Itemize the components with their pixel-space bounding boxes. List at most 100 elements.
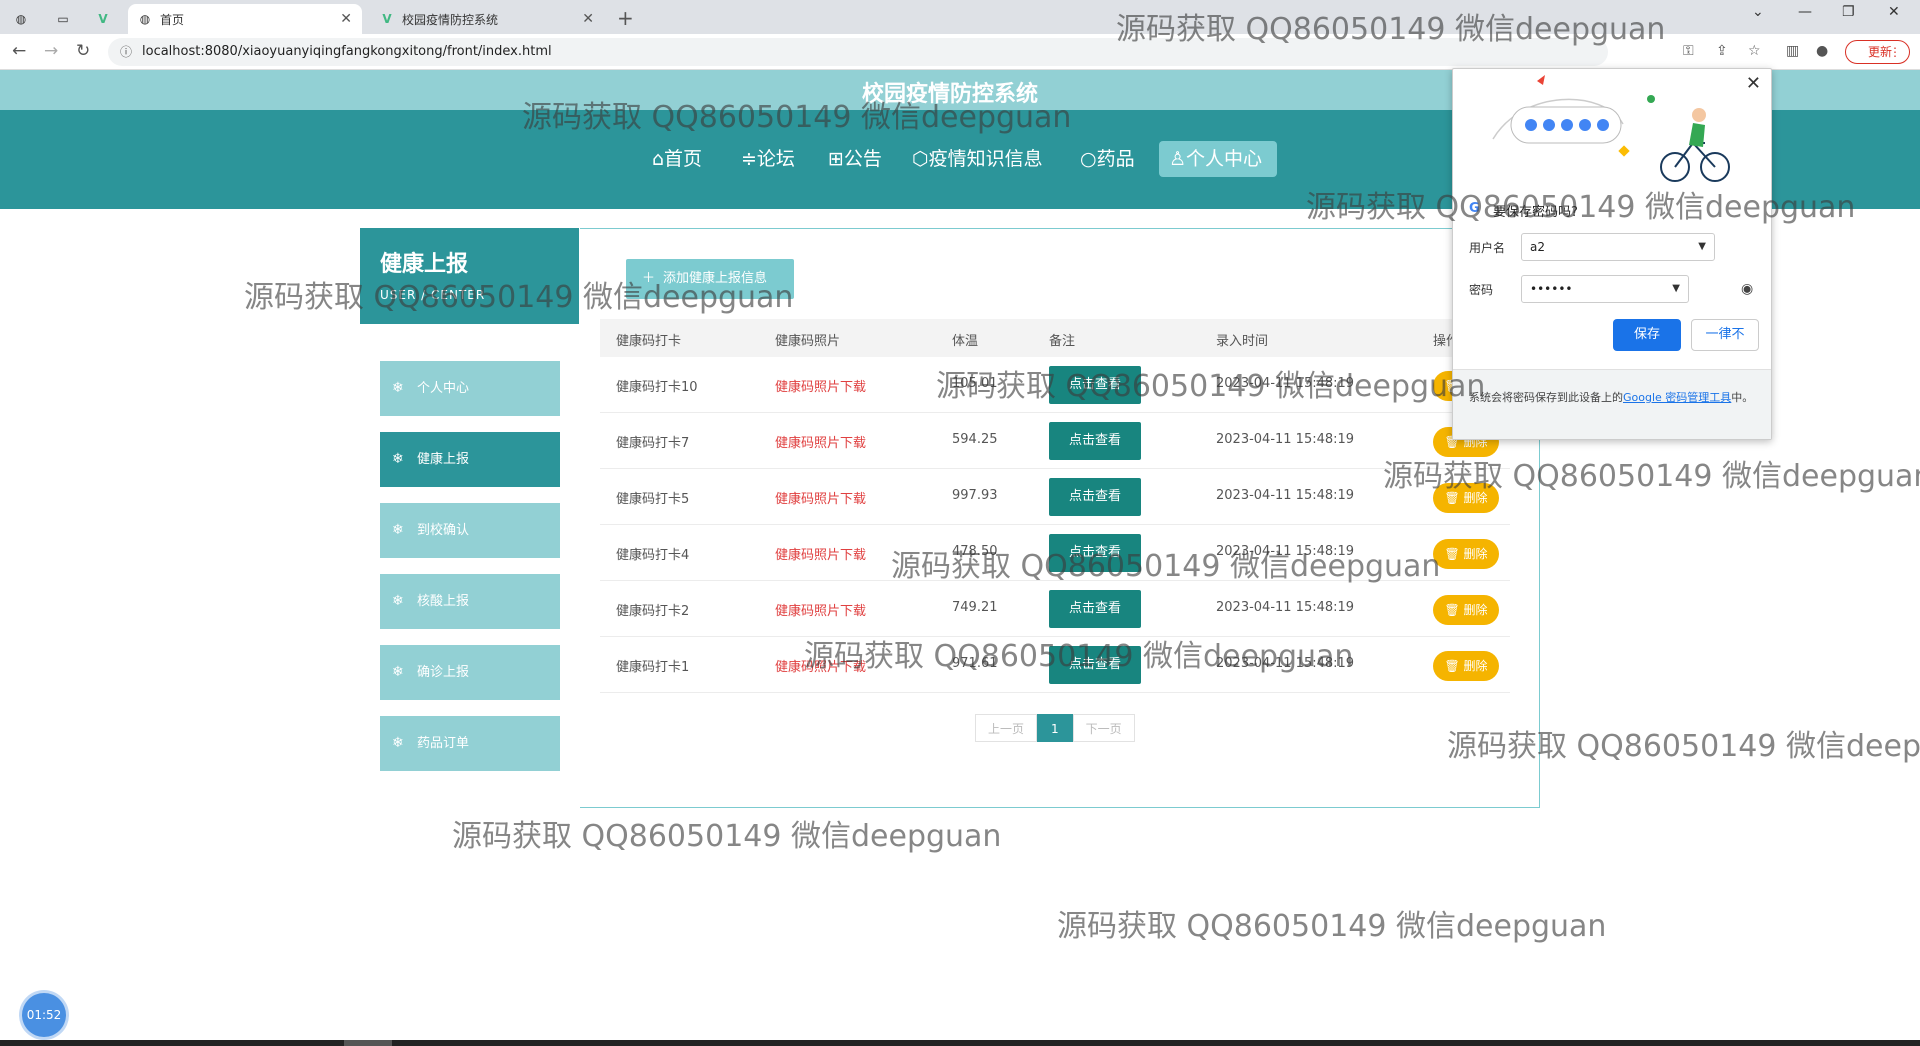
delete-label: 删除 (1463, 491, 1488, 505)
delete-button[interactable]: 🗑 删除 (1433, 483, 1499, 513)
close-tab-icon[interactable]: ✕ (340, 11, 352, 27)
star-icon[interactable]: ☆ (1748, 43, 1761, 59)
checkin-cell: 健康码打卡2 (616, 604, 690, 619)
password-field[interactable]: •••••• ▼ (1521, 275, 1689, 303)
photo-download-link[interactable]: 健康码照片下载 (775, 656, 866, 675)
view-remark-button[interactable]: 点击查看 (1049, 590, 1141, 628)
back-icon[interactable]: ← (12, 41, 26, 61)
nav-user-center[interactable]: ♙个人中心 (1159, 141, 1277, 177)
username-field[interactable]: a2 ▼ (1521, 233, 1715, 261)
photo-download-link[interactable]: 健康码照片下载 (775, 376, 866, 395)
photo-download-link[interactable]: 健康码照片下载 (775, 600, 866, 619)
new-tab-button[interactable]: + (617, 6, 634, 30)
delete-label: 删除 (1463, 659, 1488, 673)
nav-medicine[interactable]: ○药品 (1070, 141, 1145, 177)
password-manager-link[interactable]: Google 密码管理工具 (1623, 391, 1731, 404)
delete-button[interactable]: 🗑 删除 (1433, 651, 1499, 681)
column-header-remark: 备注 (1049, 334, 1076, 349)
dialog-footer: 系统会将密码保存到此设备上的Google 密码管理工具中。 (1453, 369, 1771, 439)
close-icon[interactable]: ✕ (1746, 73, 1761, 94)
profile-icon[interactable]: ● (1816, 43, 1828, 59)
page-icon: ▭ (57, 12, 69, 26)
username-value: a2 (1530, 240, 1545, 254)
key-icon[interactable]: ⚿ (1683, 43, 1694, 59)
dropdown-caret-icon: ▼ (1698, 241, 1706, 252)
sidebar-item-school-arrival[interactable]: ❄ 到校确认 (380, 503, 560, 558)
next-page-button[interactable]: 下一页 (1072, 714, 1135, 742)
photo-download-link[interactable]: 健康码照片下载 (775, 544, 866, 563)
temp-cell: 594.25 (952, 432, 998, 447)
view-remark-button[interactable]: 点击查看 (1049, 478, 1141, 516)
time-cell: 2023-04-11 15:48:19 (1216, 544, 1355, 559)
show-password-eye-icon[interactable]: ◉ (1741, 281, 1753, 297)
table-row: 健康码打卡7 健康码照片下载 594.25 点击查看 2023-04-11 15… (600, 413, 1510, 469)
dropdown-caret-icon: ▼ (1672, 283, 1680, 294)
bottom-scrollbar[interactable] (0, 1040, 1920, 1046)
prev-page-button[interactable]: 上一页 (975, 714, 1038, 742)
checkin-cell: 健康码打卡7 (616, 436, 690, 451)
photo-download-link[interactable]: 健康码照片下载 (775, 432, 866, 451)
globe-icon: ◍ (139, 12, 151, 26)
restore-icon[interactable]: ❐ (1842, 4, 1855, 20)
checkin-cell: 健康码打卡1 (616, 660, 690, 675)
view-remark-button[interactable]: 点击查看 (1049, 534, 1141, 572)
close-window-icon[interactable]: ✕ (1888, 4, 1900, 20)
password-illustration (1492, 75, 1730, 182)
sidebar-item-user-center[interactable]: ❄ 个人中心 (380, 361, 560, 416)
tab-label: 校园疫情防控系统 (402, 12, 499, 27)
forward-icon[interactable]: → (44, 41, 58, 61)
table-header: 健康码打卡 健康码照片 体温 备注 录入时间 操作 (600, 319, 1510, 357)
column-header-photo: 健康码照片 (775, 334, 841, 349)
site-info-icon[interactable]: ⓘ (120, 38, 132, 66)
delete-button[interactable]: 🗑 删除 (1433, 595, 1499, 625)
minimize-icon[interactable]: — (1798, 4, 1812, 20)
sidebar-item-health-report[interactable]: ❄ 健康上报 (380, 432, 560, 487)
photo-download-link[interactable]: 健康码照片下载 (775, 488, 866, 507)
snowflake-icon: ❄ (392, 522, 404, 538)
temp-cell: 478.50 (952, 544, 998, 559)
checkin-cell: 健康码打卡5 (616, 492, 690, 507)
nav-forum[interactable]: ≑论坛 (731, 141, 805, 177)
google-icon: G (1469, 201, 1480, 216)
never-save-button[interactable]: 一律不 (1691, 319, 1759, 351)
browser-tab-system[interactable]: V 校园疫情防控系统 ✕ (370, 4, 604, 34)
share-icon[interactable]: ⇪ (1716, 43, 1728, 59)
nav-epidemic-knowledge[interactable]: ⬡疫情知识信息 (902, 141, 1053, 177)
sidebar-item-label: 核酸上报 (417, 594, 470, 609)
view-remark-button[interactable]: 点击查看 (1049, 646, 1141, 684)
tab-search-icon[interactable]: ⌄ (1752, 4, 1764, 20)
reload-icon[interactable]: ↻ (76, 41, 90, 61)
column-header-temp: 体温 (952, 334, 979, 349)
table-row: 健康码打卡2 健康码照片下载 749.21 点击查看 2023-04-11 15… (600, 581, 1510, 637)
sidebar-item-diagnosis-report[interactable]: ❄ 确诊上报 (380, 645, 560, 700)
view-remark-button[interactable]: 点击查看 (1049, 422, 1141, 460)
sidebar-subtitle: USER / CENTER (380, 288, 486, 302)
time-cell: 2023-04-11 15:48:19 (1216, 600, 1355, 615)
browser-tab-3[interactable]: V (92, 4, 122, 34)
view-remark-button[interactable]: 点击查看 (1049, 366, 1141, 404)
time-cell: 2023-04-11 15:48:19 (1216, 656, 1355, 671)
table-row: 健康码打卡1 健康码照片下载 971.61 点击查看 2023-04-11 15… (600, 637, 1510, 693)
browser-tab-1[interactable]: ◍ (10, 4, 40, 34)
url-input[interactable]: ⓘ localhost:8080/xiaoyuanyiqingfangkongx… (108, 38, 1608, 66)
delete-button[interactable]: 🗑 删除 (1433, 539, 1499, 569)
temp-cell: 105.01 (952, 376, 998, 391)
page-1-button[interactable]: 1 (1037, 714, 1073, 742)
browser-tab-bar: ◍ ▭ V ◍ 首页 ✕ V 校园疫情防控系统 ✕ + ⌄ — ❐ ✕ (0, 0, 1920, 34)
add-health-report-button[interactable]: ＋ 添加健康上报信息 (626, 259, 794, 299)
scrollbar-thumb[interactable] (344, 1040, 392, 1046)
sidepanel-icon[interactable]: ▥ (1786, 43, 1799, 59)
browser-tab-2[interactable]: ▭ (52, 4, 82, 34)
sidebar-item-medicine-orders[interactable]: ❄ 药品订单 (380, 716, 560, 771)
sidebar-item-label: 健康上报 (417, 452, 470, 467)
recording-timer[interactable]: 01:52 (22, 993, 66, 1037)
column-header-time: 录入时间 (1216, 334, 1269, 349)
update-button[interactable]: 更新 ⋮ (1845, 40, 1910, 64)
sidebar-item-nucleic-report[interactable]: ❄ 核酸上报 (380, 574, 560, 629)
save-password-button[interactable]: 保存 (1613, 319, 1681, 351)
browser-tab-home[interactable]: ◍ 首页 ✕ (128, 4, 362, 34)
nav-home[interactable]: ⌂首页 (642, 141, 712, 177)
close-tab-icon[interactable]: ✕ (582, 11, 594, 27)
nav-notice[interactable]: ⊞公告 (818, 141, 892, 177)
plus-icon: ＋ (642, 271, 656, 286)
